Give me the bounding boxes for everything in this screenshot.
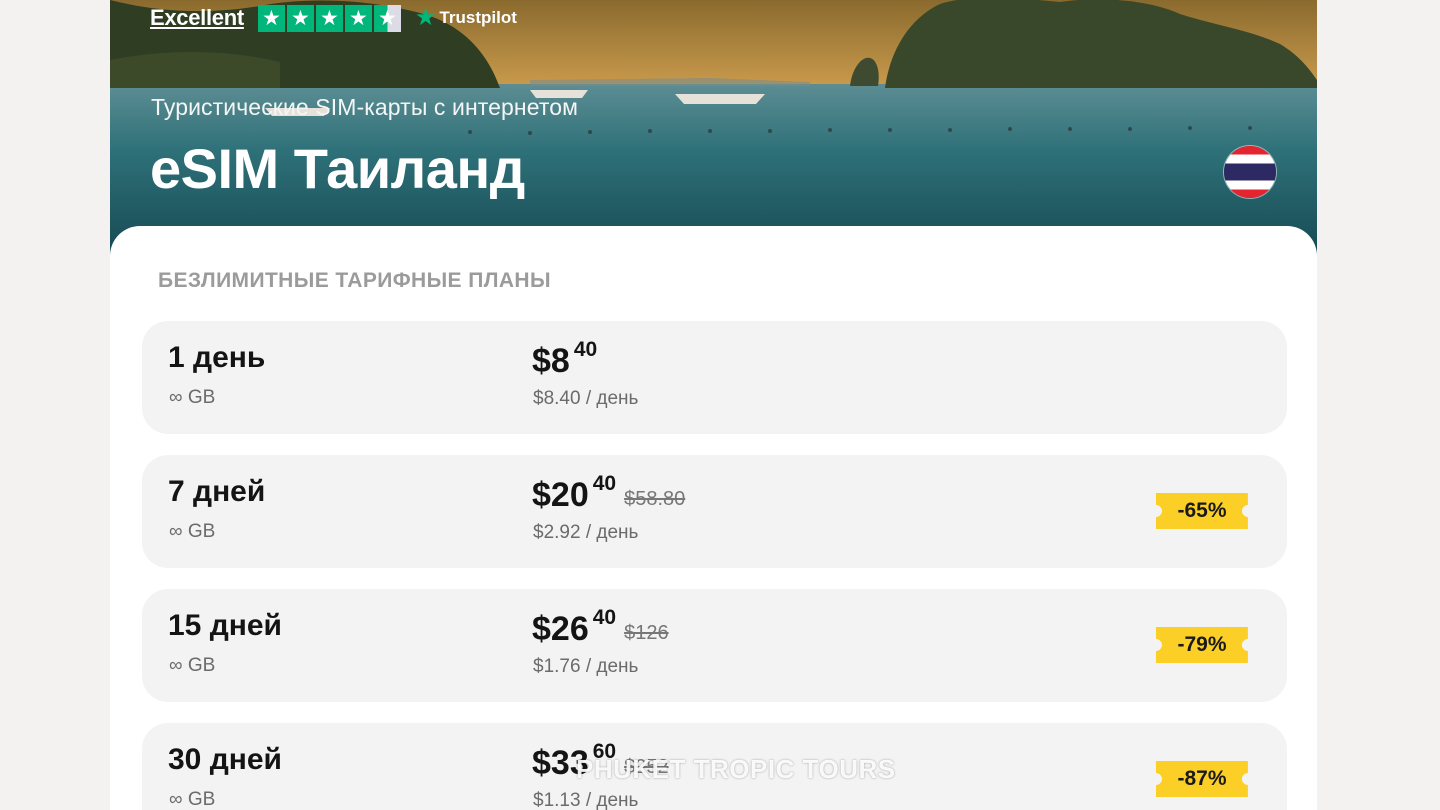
hero-subtitle: Туристические SIM-карты с интернетом [151, 94, 579, 120]
old-price: $58.80 [624, 488, 686, 510]
rating-label[interactable]: Excellent [150, 5, 244, 31]
price-main: $20 [532, 476, 589, 514]
page-title: eSIM Таиланд [150, 137, 525, 200]
plan-duration: 1 день [168, 341, 266, 374]
plan-card-15-days[interactable]: 15 дней ∞ GB $26 40 $126 $1.76 / день -7… [142, 589, 1287, 702]
star-icon: ★ [344, 4, 372, 32]
plan-data-volume: ∞ GB [169, 655, 216, 676]
star-icon: ★ [315, 4, 343, 32]
price-main: $33 [532, 744, 589, 782]
price-main: $26 [532, 610, 589, 648]
plans-panel: БЕЗЛИМИТНЫЕ ТАРИФНЫЕ ПЛАНЫ 1 день ∞ GB $… [110, 226, 1317, 810]
plan-price: $8 40 [532, 338, 598, 381]
bay-scenery-image [110, 0, 1317, 255]
plan-price: $20 40 $58.80 [532, 472, 686, 515]
trustpilot-rating[interactable]: Excellent ★ ★ ★ ★ ★ ★ Trustpilot [150, 2, 517, 34]
price-per-day: $1.13 / день [533, 790, 639, 810]
plan-duration: 7 дней [168, 475, 266, 508]
plan-duration: 30 дней [168, 743, 282, 776]
price-per-day: $2.92 / день [533, 522, 639, 543]
plan-price: $26 40 $126 [532, 606, 669, 649]
old-price: $252 [624, 756, 669, 778]
price-per-day: $1.76 / день [533, 656, 639, 677]
plan-card-7-days[interactable]: 7 дней ∞ GB $20 40 $58.80 $2.92 / день -… [142, 455, 1287, 568]
discount-badge: -79% [1156, 627, 1248, 663]
price-main: $8 [532, 342, 570, 380]
esim-page: Excellent ★ ★ ★ ★ ★ ★ Trustpilot Туристи… [110, 0, 1317, 810]
price-cents: 60 [592, 740, 617, 763]
price-cents: 40 [592, 606, 617, 629]
half-star-icon: ★ [373, 4, 401, 32]
section-title: БЕЗЛИМИТНЫЕ ТАРИФНЫЕ ПЛАНЫ [158, 269, 551, 292]
trustpilot-logo: ★ Trustpilot [415, 6, 517, 30]
price-cents: 40 [573, 338, 598, 361]
plan-card-30-days[interactable]: 30 дней ∞ GB $33 60 $252 $1.13 / день -8… [142, 723, 1287, 810]
thailand-flag-icon [1224, 146, 1276, 198]
star-icon: ★ [257, 4, 285, 32]
trustpilot-brand-name: Trustpilot [439, 8, 517, 27]
discount-badge: -65% [1156, 493, 1248, 529]
price-per-day: $8.40 / день [533, 388, 639, 409]
plan-data-volume: ∞ GB [169, 521, 216, 542]
plan-duration: 15 дней [168, 609, 282, 642]
hero-banner: Excellent ★ ★ ★ ★ ★ ★ Trustpilot Туристи… [110, 0, 1317, 255]
price-cents: 40 [592, 472, 617, 495]
plan-price: $33 60 $252 [532, 740, 669, 783]
plan-data-volume: ∞ GB [169, 789, 216, 810]
trustpilot-star-icon: ★ [414, 4, 437, 31]
rating-stars: ★ ★ ★ ★ ★ [257, 4, 401, 32]
star-icon: ★ [286, 4, 314, 32]
discount-badge: -87% [1156, 761, 1248, 797]
old-price: $126 [624, 622, 669, 644]
plan-data-volume: ∞ GB [169, 387, 216, 408]
plan-card-1-day[interactable]: 1 день ∞ GB $8 40 $8.40 / день [142, 321, 1287, 434]
